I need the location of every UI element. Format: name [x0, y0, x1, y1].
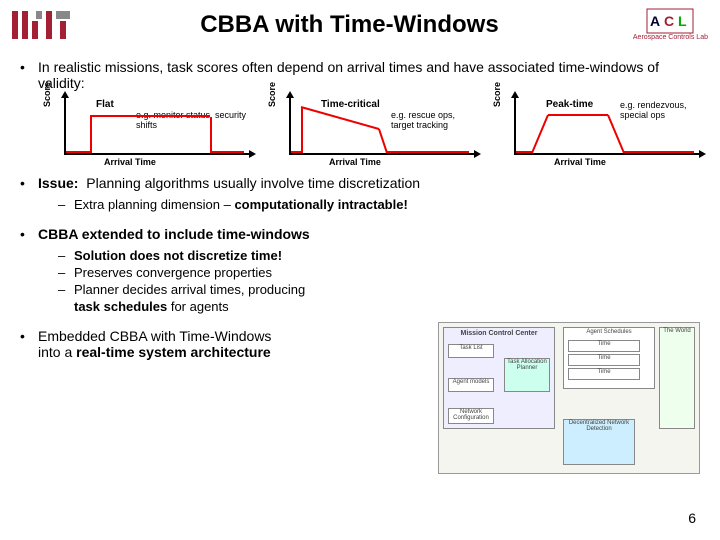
- ext-label: CBBA extended to include time-windows: [38, 226, 310, 242]
- issue-label: Issue:: [38, 175, 78, 191]
- chart-pt-xlabel: Arrival Time: [514, 157, 700, 167]
- svg-text:C: C: [664, 13, 674, 29]
- diag-time-2: Time: [597, 355, 610, 361]
- acl-icon: A C L: [646, 8, 694, 34]
- bullet-extended: • CBBA extended to include time-windows: [20, 226, 700, 242]
- issue-sub-1b: computationally intractable!: [234, 197, 407, 212]
- acl-logo: A C L Aerospace Controls Lab: [633, 8, 708, 41]
- system-diagram: Mission Control Center Task List Agent m…: [438, 322, 700, 474]
- svg-text:A: A: [650, 13, 660, 29]
- ext-sub-3b: task schedules for agents: [58, 299, 700, 314]
- emb1: Embedded CBBA with Time-Windows: [38, 328, 271, 344]
- ext-sub-1: – Solution does not discretize time!: [58, 248, 700, 263]
- ext-s3c: for agents: [167, 299, 228, 314]
- bullet-1: • In realistic missions, task scores oft…: [20, 59, 700, 91]
- diag-mcc: Mission Control Center: [444, 328, 554, 339]
- ext-sub-3: – Planner decides arrival times, produci…: [58, 282, 700, 297]
- mit-logo: [12, 11, 66, 39]
- issue-sub-1a: Extra planning dimension –: [74, 197, 234, 212]
- chart-time-critical: Score Time-critical e.g. rescue ops, tar…: [265, 97, 475, 167]
- diag-nc: Network Configuration: [448, 408, 494, 424]
- chart-tc-xlabel: Arrival Time: [289, 157, 475, 167]
- diag-tasklist: Task List: [448, 344, 494, 358]
- diag-tap: Task Allocation Planner: [504, 358, 550, 392]
- diag-time-1: Time: [597, 341, 610, 347]
- ext-s3a: Planner decides arrival times, producing: [74, 282, 305, 297]
- charts-row: Score Flat e.g. monitor status, security…: [40, 97, 700, 167]
- ext-s1: Solution does not discretize time!: [74, 248, 282, 263]
- ext-sub-2: – Preserves convergence properties: [58, 265, 700, 280]
- chart-pt-name: Peak-time: [546, 99, 593, 110]
- svg-text:L: L: [678, 13, 687, 29]
- slide-content: • In realistic missions, task scores oft…: [0, 45, 720, 360]
- bullet-issue: • Issue: Planning algorithms usually inv…: [20, 175, 700, 191]
- bullet-1-text: In realistic missions, task scores often…: [38, 59, 700, 91]
- emb2: into a: [38, 344, 76, 360]
- ext-s2: Preserves convergence properties: [74, 265, 272, 280]
- acl-label: Aerospace Controls Lab: [633, 34, 708, 41]
- diag-dnd: Decentralized Network Detection: [563, 419, 635, 465]
- diag-as: Agent Schedules: [564, 328, 654, 336]
- chart-tc-example: e.g. rescue ops, target tracking: [391, 111, 475, 131]
- diag-time-3: Time: [597, 369, 610, 375]
- slide-header: CBBA with Time-Windows A C L Aerospace C…: [0, 0, 720, 45]
- chart-flat-name: Flat: [96, 99, 114, 110]
- page-number: 6: [688, 510, 696, 526]
- chart-pt-ylabel: Score: [492, 82, 502, 107]
- chart-tc-ylabel: Score: [267, 82, 277, 107]
- issue-sub-1: – Extra planning dimension – computation…: [58, 197, 700, 212]
- diag-am: Agent models: [448, 378, 494, 392]
- chart-flat-ylabel: Score: [42, 82, 52, 107]
- chart-flat: Score Flat e.g. monitor status, security…: [40, 97, 250, 167]
- emb3: real-time system architecture: [76, 344, 271, 360]
- diag-world: The World: [659, 327, 695, 429]
- ext-s3b: task schedules: [74, 299, 167, 314]
- chart-flat-example: e.g. monitor status, security shifts: [136, 111, 250, 131]
- chart-flat-xlabel: Arrival Time: [64, 157, 250, 167]
- page-title: CBBA with Time-Windows: [66, 11, 633, 39]
- chart-peak-time: Score Peak-time e.g. rendezvous, special…: [490, 97, 700, 167]
- issue-text: Planning algorithms usually involve time…: [86, 175, 420, 191]
